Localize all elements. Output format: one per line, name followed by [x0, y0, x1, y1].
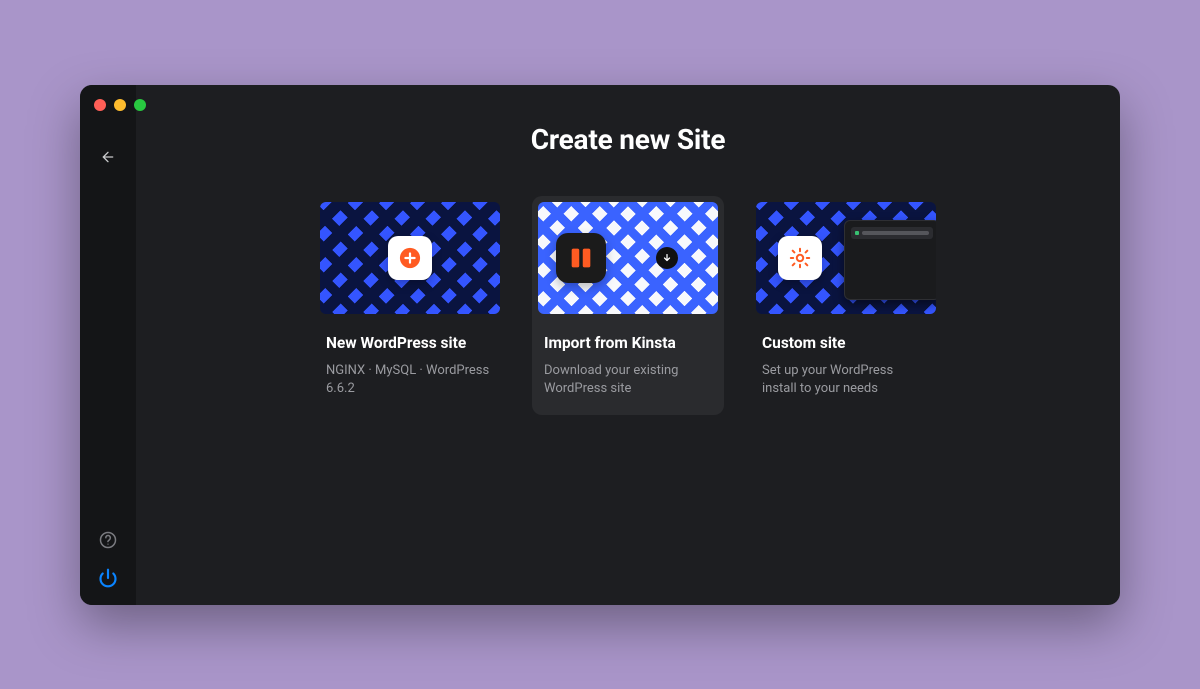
card-description: Set up your WordPress install to your ne… [762, 362, 930, 400]
app-window: Create new Site New WordPress site NGINX… [80, 85, 1120, 605]
arrow-left-icon [100, 149, 116, 165]
main-content: Create new Site New WordPress site NGINX… [136, 85, 1120, 605]
window-close-button[interactable] [94, 99, 106, 111]
gear-icon [778, 236, 822, 280]
window-controls [94, 99, 146, 111]
plus-icon [388, 236, 432, 280]
card-description: Download your existing WordPress site [544, 362, 712, 400]
kinsta-icon [556, 233, 606, 283]
card-title: New WordPress site [326, 334, 494, 352]
card-custom-site[interactable]: Custom site Set up your WordPress instal… [750, 202, 942, 416]
help-circle-icon [99, 531, 117, 549]
card-thumbnail [538, 202, 718, 314]
card-new-wordpress[interactable]: New WordPress site NGINX · MySQL · WordP… [314, 202, 506, 416]
card-title: Custom site [762, 334, 930, 352]
power-button[interactable] [95, 565, 121, 591]
left-rail [80, 85, 136, 605]
card-thumbnail [756, 202, 936, 314]
browser-preview [844, 220, 936, 300]
card-thumbnail [320, 202, 500, 314]
help-button[interactable] [95, 527, 121, 553]
download-icon [656, 247, 678, 269]
card-description: NGINX · MySQL · WordPress 6.6.2 [326, 362, 494, 400]
window-maximize-button[interactable] [134, 99, 146, 111]
card-import-kinsta[interactable]: Import from Kinsta Download your existin… [532, 196, 724, 416]
page-title: Create new Site [531, 123, 726, 156]
power-icon [98, 568, 118, 588]
back-button[interactable] [96, 145, 120, 169]
card-title: Import from Kinsta [544, 334, 712, 352]
cards-row: New WordPress site NGINX · MySQL · WordP… [314, 202, 942, 416]
window-minimize-button[interactable] [114, 99, 126, 111]
